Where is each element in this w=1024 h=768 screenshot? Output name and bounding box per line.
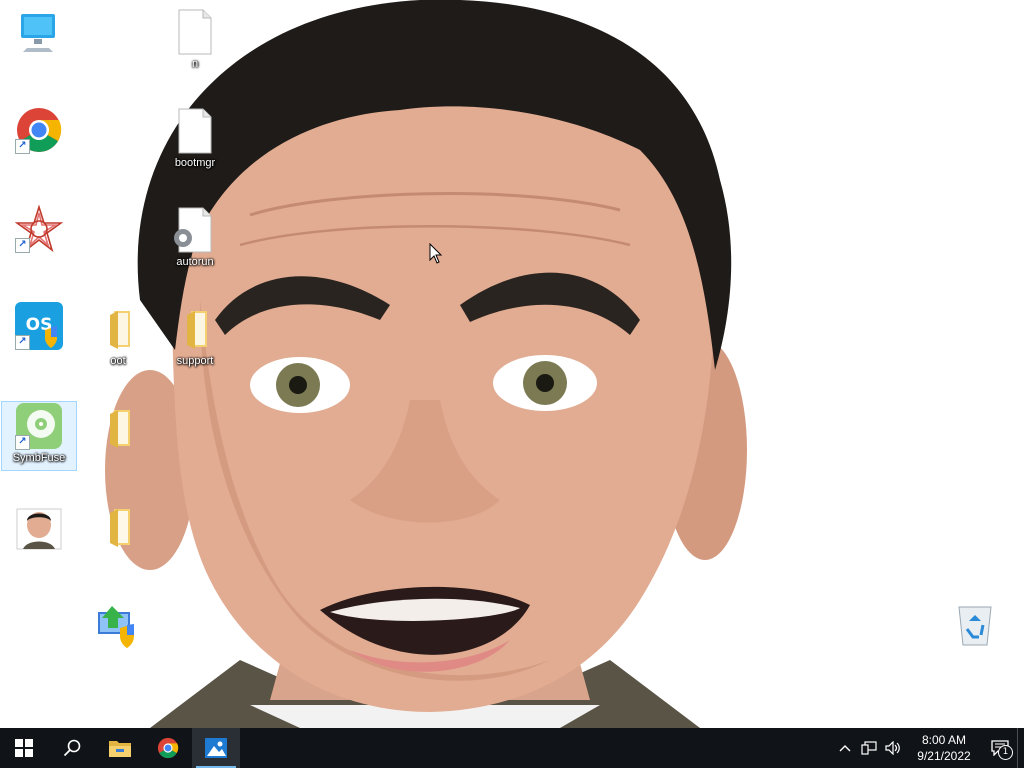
support-label: support <box>176 355 214 367</box>
taskbar: 8:00 AM 9/21/2022 1 <box>0 728 1024 768</box>
folder-boot-label: oot <box>110 355 126 367</box>
search-icon <box>63 739 81 757</box>
action-center-button[interactable]: 1 <box>983 728 1017 768</box>
symbfuse-label: SymbFuse <box>12 452 66 464</box>
file-top-label: n <box>191 58 199 70</box>
chrome-icon <box>157 737 179 759</box>
chrome-taskbar-button[interactable] <box>144 728 192 768</box>
network-button[interactable] <box>857 728 881 768</box>
photo-file-icon[interactable] <box>2 505 76 575</box>
autorun-file-icon[interactable]: autorun <box>158 206 232 276</box>
symbfuse-shortcut-icon[interactable]: ↗ SymbFuse <box>1 401 77 471</box>
setup-shield-icon[interactable] <box>81 602 155 672</box>
chrome-shortcut-icon[interactable]: ↗ <box>2 106 76 176</box>
shortcut-arrow-icon: ↗ <box>15 238 30 253</box>
search-button[interactable] <box>48 728 96 768</box>
shortcut-arrow-icon: ↗ <box>15 335 30 350</box>
notification-count-badge: 1 <box>998 745 1013 760</box>
folder-icon[interactable] <box>81 503 155 573</box>
network-icon <box>861 741 877 755</box>
mouse-cursor-icon <box>429 243 443 264</box>
file-icon[interactable]: n <box>158 8 232 78</box>
photos-taskbar-button[interactable] <box>192 728 240 768</box>
photos-icon <box>205 738 227 758</box>
red-star-app-shortcut-icon[interactable]: ↗ <box>2 204 76 275</box>
desktop[interactable]: ↗ ↗ OS ↗ ↗ SymbFuse oot n bootmgr autoru… <box>0 0 1024 728</box>
chevron-up-icon <box>839 745 851 752</box>
shortcut-arrow-icon: ↗ <box>15 139 30 154</box>
folder-icon <box>109 741 131 757</box>
show-desktop-button[interactable] <box>1017 728 1024 768</box>
clock-button[interactable]: 8:00 AM 9/21/2022 <box>905 728 983 768</box>
start-button[interactable] <box>0 728 48 768</box>
windows-logo-icon <box>15 739 33 757</box>
autorun-label: autorun <box>176 256 214 268</box>
shortcut-arrow-icon: ↗ <box>15 435 30 450</box>
clock-date: 9/21/2022 <box>917 749 971 763</box>
support-folder-icon[interactable]: support <box>158 305 232 375</box>
file-explorer-taskbar-button[interactable] <box>96 728 144 768</box>
speaker-icon <box>885 741 900 755</box>
folder-icon[interactable] <box>81 404 155 474</box>
folder-boot-icon[interactable]: oot <box>81 305 155 375</box>
os-shield-app-shortcut-icon[interactable]: OS ↗ <box>2 302 76 372</box>
recycle-bin-icon[interactable] <box>938 601 1012 671</box>
system-tray: 8:00 AM 9/21/2022 1 <box>833 728 1024 768</box>
volume-button[interactable] <box>881 728 905 768</box>
this-pc-icon[interactable] <box>2 8 76 78</box>
show-hidden-icons-button[interactable] <box>833 728 857 768</box>
bootmgr-file-icon[interactable]: bootmgr <box>158 107 232 177</box>
clock-time: 8:00 AM <box>921 733 967 747</box>
bootmgr-label: bootmgr <box>174 157 216 169</box>
